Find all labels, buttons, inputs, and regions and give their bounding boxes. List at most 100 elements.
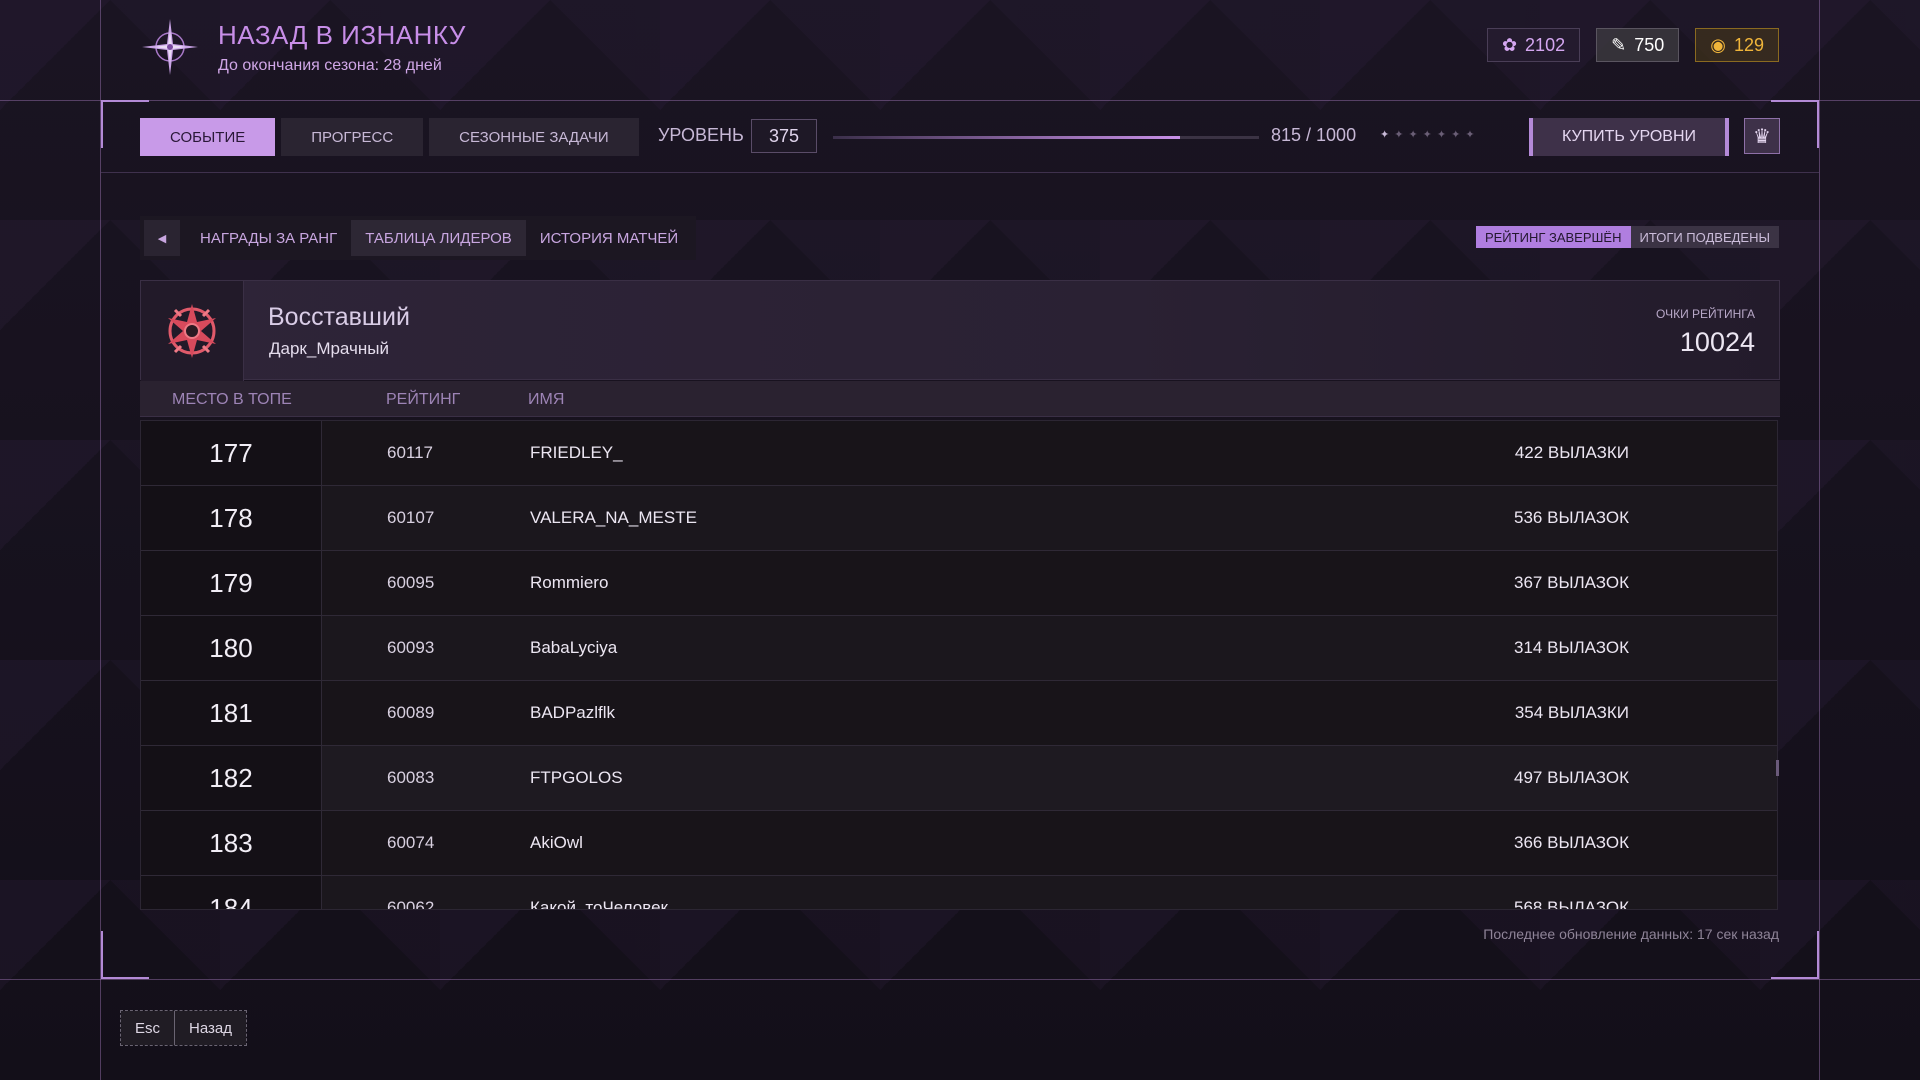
- marker-icon: ✦: [1394, 129, 1404, 141]
- leaderboard-list[interactable]: 177 60117 FRIEDLEY_ 422 ВЫЛАЗКИ 178 6010…: [140, 420, 1778, 910]
- tab-season-tasks[interactable]: СЕЗОННЫЕ ЗАДАЧИ: [429, 118, 639, 156]
- frame-right-line: [1819, 0, 1820, 1080]
- level-label: УРОВЕНЬ: [658, 125, 744, 145]
- table-row[interactable]: 179 60095 Rommiero 367 ВЫЛАЗОК: [141, 551, 1777, 616]
- row-rating: 60074: [387, 833, 435, 852]
- table-row[interactable]: 183 60074 AkiOwl 366 ВЫЛАЗОК: [141, 811, 1777, 876]
- result-badge: ИТОГИ ПОДВЕДЕНЫ: [1630, 226, 1779, 248]
- rating-points-value: 10024: [1679, 327, 1755, 357]
- tab-rank-rewards[interactable]: НАГРАДЫ ЗА РАНГ: [186, 220, 351, 256]
- premium-button[interactable]: ♛: [1744, 118, 1780, 154]
- rating-status: РЕЙТИНГ ЗАВЕРШЁН ИТОГИ ПОДВЕДЕНЫ: [1475, 226, 1779, 248]
- table-row[interactable]: 182 60083 FTPGOLOS 497 ВЫЛАЗОК: [141, 746, 1777, 811]
- row-place: 178: [141, 486, 322, 550]
- list-scrollbar[interactable]: [1776, 760, 1779, 776]
- marker-icon: ✦: [1465, 129, 1475, 141]
- table-row[interactable]: 180 60093 BabaLyciya 314 ВЫЛАЗОК: [141, 616, 1777, 681]
- row-name: AkiOwl: [530, 833, 583, 852]
- row-name: FTPGOLOS: [530, 768, 623, 787]
- currency-value: 2102: [1525, 34, 1566, 55]
- table-row[interactable]: 177 60117 FRIEDLEY_ 422 ВЫЛАЗКИ: [141, 421, 1777, 486]
- row-sorties: 367 ВЫЛАЗОК: [1514, 573, 1629, 592]
- row-place: 182: [141, 746, 322, 810]
- row-rating: 60117: [387, 443, 434, 462]
- coin-icon: ◉: [1710, 34, 1726, 55]
- row-name: BADPazlflk: [530, 703, 616, 722]
- page-header: НАЗАД В ИЗНАНКУ До окончания сезона: 28 …: [140, 14, 466, 80]
- row-name: Какой_тоЧеловек: [530, 898, 668, 910]
- marker-icon: ✦: [1451, 129, 1461, 141]
- row-sorties: 497 ВЫЛАЗОК: [1514, 768, 1629, 787]
- tab-match-history[interactable]: ИСТОРИЯ МАТЧЕЙ: [526, 220, 692, 256]
- player-name: Дарк_Мрачный: [269, 339, 389, 358]
- row-place: 183: [141, 811, 322, 875]
- tab-event[interactable]: СОБЫТИЕ: [140, 118, 276, 156]
- marker-icon: ✦: [1422, 129, 1432, 141]
- row-sorties: 354 ВЫЛАЗКИ: [1514, 703, 1629, 722]
- back-button[interactable]: Назад: [174, 1011, 246, 1045]
- row-rating: 60062: [387, 898, 435, 910]
- table-row[interactable]: 184 60062 Какой_тоЧеловек 568 ВЫЛАЗОК: [141, 876, 1777, 910]
- flower-icon: ✿: [1501, 34, 1518, 55]
- marker-icon: ✦: [1408, 129, 1418, 141]
- buy-levels-button[interactable]: КУПИТЬ УРОВНИ: [1529, 118, 1729, 156]
- frame-bottom-line: [0, 979, 1920, 980]
- xp-text: 815 / 1000: [1271, 125, 1357, 145]
- table-header: МЕСТО В ТОПЕ РЕЙТИНГ ИМЯ: [140, 381, 1780, 417]
- row-sorties: 314 ВЫЛАЗОК: [1514, 638, 1629, 657]
- row-name: FRIEDLEY_: [530, 443, 623, 462]
- row-place: 180: [141, 616, 322, 680]
- row-sorties: 568 ВЫЛАЗОК: [1514, 898, 1629, 910]
- xp-markers: ✦ ✦ ✦ ✦ ✦ ✦ ✦: [1380, 128, 1475, 141]
- last-update-text: Последнее обновление данных: 17 сек наза…: [1483, 926, 1779, 942]
- row-name: VALERA_NA_MESTE: [530, 508, 697, 527]
- row-rating: 60095: [387, 573, 435, 592]
- row-place: 184: [141, 876, 322, 909]
- sub-tabs: ◀ НАГРАДЫ ЗА РАНГ ТАБЛИЦА ЛИДЕРОВ ИСТОРИ…: [140, 216, 697, 260]
- rating-points-label: ОЧКИ РЕЙТИНГА: [1656, 307, 1755, 321]
- row-sorties: 366 ВЫЛАЗОК: [1514, 833, 1629, 852]
- tab-leaderboard[interactable]: ТАБЛИЦА ЛИДЕРОВ: [351, 220, 526, 256]
- column-place: МЕСТО В ТОПЕ: [172, 391, 292, 408]
- currency-coin[interactable]: ◉ 129: [1695, 28, 1779, 62]
- page-title: НАЗАД В ИЗНАНКУ: [218, 19, 466, 50]
- status-badge: РЕЙТИНГ ЗАВЕРШЁН: [1475, 226, 1631, 248]
- column-name: ИМЯ: [528, 391, 565, 408]
- main-tabs: СОБЫТИЕ ПРОГРЕСС СЕЗОННЫЕ ЗАДАЧИ: [140, 118, 639, 156]
- row-name: BabaLyciya: [530, 638, 618, 657]
- row-rating: 60083: [387, 768, 435, 787]
- compass-star-icon: [140, 17, 200, 77]
- esc-key[interactable]: Esc: [121, 1011, 175, 1045]
- table-row[interactable]: 178 60107 VALERA_NA_MESTE 536 ВЫЛАЗОК: [141, 486, 1777, 551]
- back-arrow-icon[interactable]: ◀: [144, 220, 180, 256]
- column-rating: РЕЙТИНГ: [386, 391, 461, 408]
- rank-emblem-icon: [141, 281, 244, 381]
- back-hint[interactable]: Esc Назад: [120, 1010, 247, 1046]
- feather-icon: ✎: [1611, 34, 1627, 55]
- row-place: 179: [141, 551, 322, 615]
- row-place: 177: [141, 421, 322, 485]
- row-sorties: 536 ВЫЛАЗОК: [1514, 508, 1629, 527]
- currency-feather[interactable]: ✎ 750: [1596, 28, 1680, 62]
- currency-value: 750: [1634, 34, 1665, 55]
- top-bar: СОБЫТИЕ ПРОГРЕСС СЕЗОННЫЕ ЗАДАЧИ УРОВЕНЬ…: [101, 101, 1819, 173]
- row-rating: 60093: [387, 638, 435, 657]
- row-rating: 60089: [387, 703, 435, 722]
- currency-bar: ✿ 2102 ✎ 750 ◉ 129: [1486, 28, 1779, 62]
- marker-icon: ✦: [1436, 129, 1447, 141]
- season-remaining: До окончания сезона: 28 дней: [218, 56, 442, 74]
- crown-icon: ♛: [1753, 125, 1771, 148]
- row-sorties: 422 ВЫЛАЗКИ: [1514, 443, 1629, 462]
- corner-bottom-left: [101, 931, 149, 979]
- level-value: 375: [751, 119, 817, 153]
- row-rating: 60107: [387, 508, 435, 527]
- player-card: Восставший Дарк_Мрачный ОЧКИ РЕЙТИНГА 10…: [140, 280, 1780, 381]
- xp-progress-bar: [833, 136, 1259, 139]
- currency-flower[interactable]: ✿ 2102: [1486, 28, 1581, 62]
- marker-icon: ✦: [1380, 129, 1390, 141]
- row-place: 181: [141, 681, 322, 745]
- row-name: Rommiero: [530, 573, 609, 592]
- tab-progress[interactable]: ПРОГРЕСС: [281, 118, 424, 156]
- table-row[interactable]: 181 60089 BADPazlflk 354 ВЫЛАЗКИ: [141, 681, 1777, 746]
- xp-progress-fill: [833, 136, 1181, 139]
